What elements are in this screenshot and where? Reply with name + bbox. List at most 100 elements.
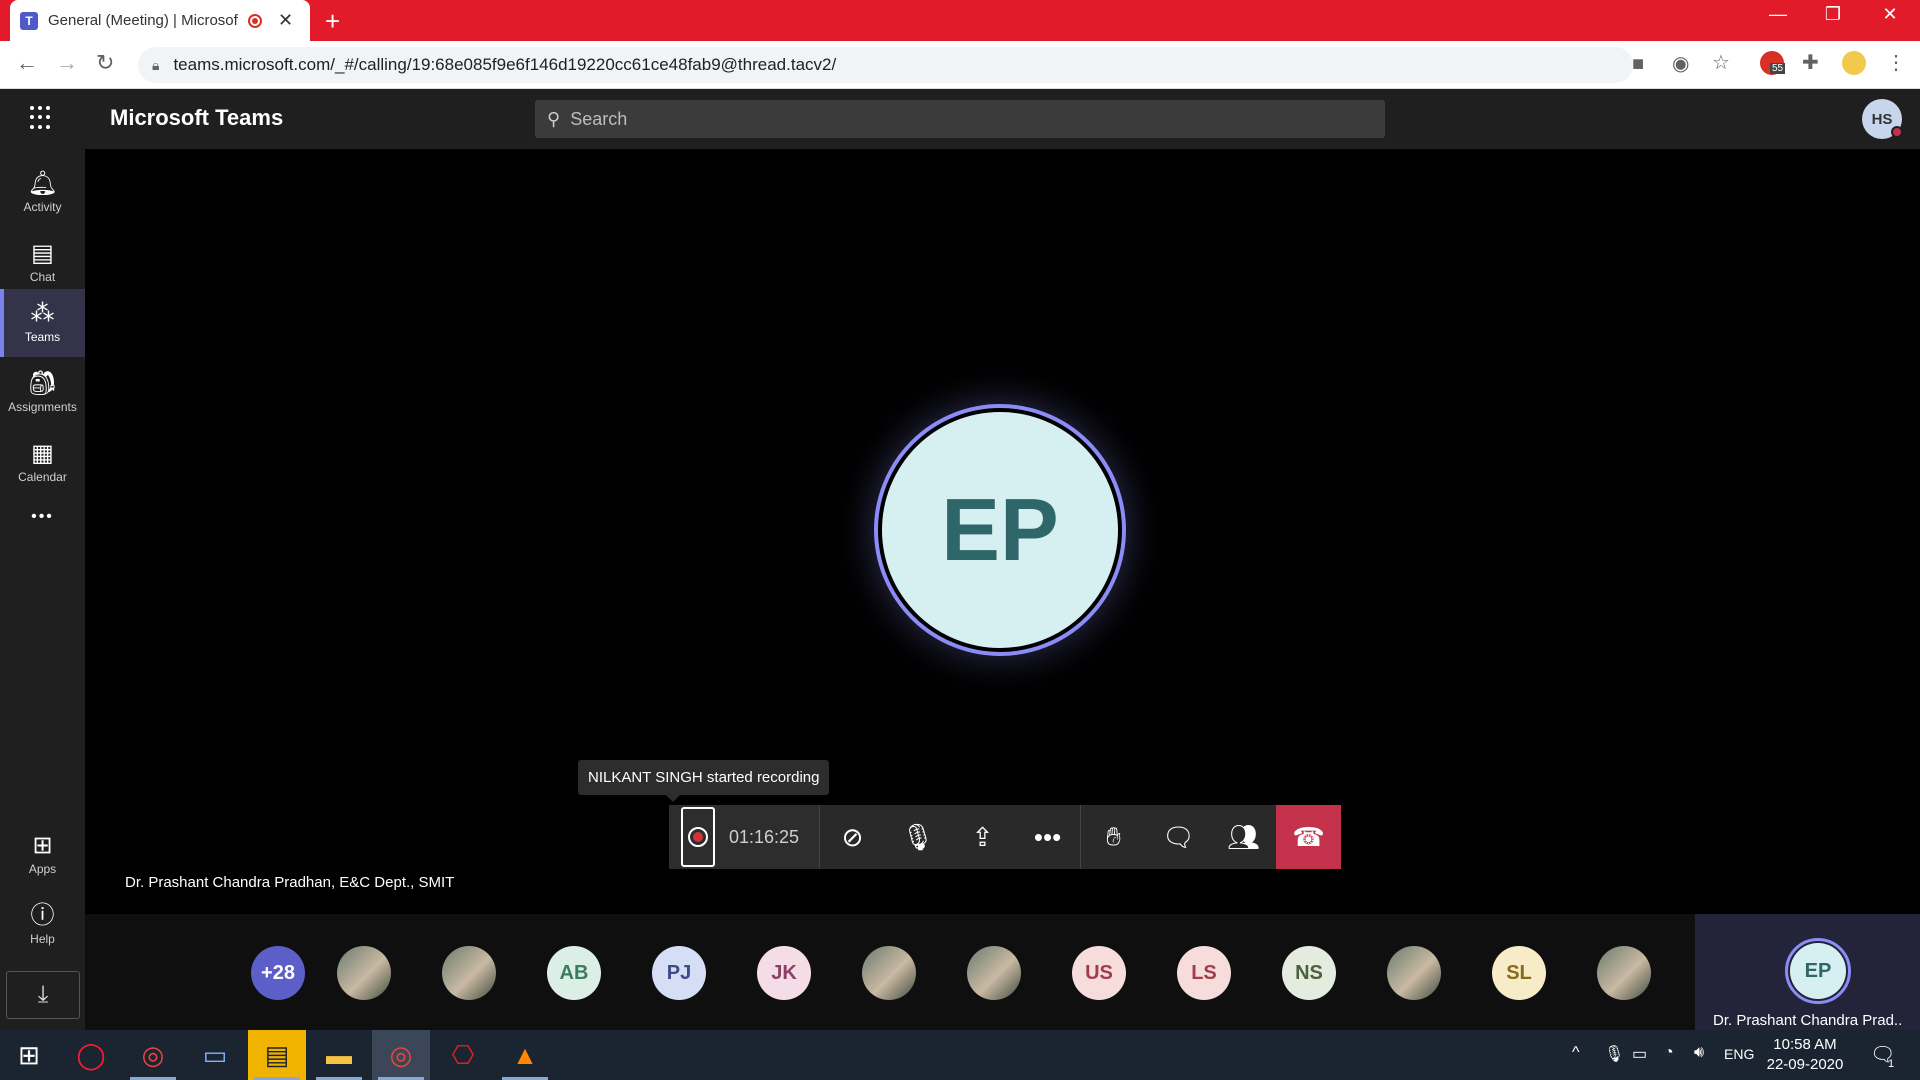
file-explorer-icon[interactable]: ▬ <box>310 1030 368 1080</box>
wifi-icon[interactable]: ◔ <box>1664 1044 1674 1062</box>
microphone-tray-icon[interactable]: 🎙︎ <box>1604 1044 1624 1064</box>
address-toolbar: ← → ↻ 🔒︎ teams.microsoft.com/_#/calling/… <box>0 41 1920 89</box>
rail-label: Apps <box>28 862 57 876</box>
recording-toast: NILKANT SINGH started recording <box>578 760 830 802</box>
participant-avatar[interactable]: AB <box>547 946 601 1000</box>
vlc-icon[interactable]: ▲ <box>496 1030 554 1080</box>
rail-label: Calendar <box>18 470 67 484</box>
opera-icon[interactable]: ◯ <box>62 1030 120 1080</box>
profile-icon[interactable] <box>1842 51 1866 75</box>
new-tab-button[interactable]: + <box>325 6 340 37</box>
recording-button[interactable] <box>681 807 715 867</box>
rail-calendar[interactable]: ▦ Calendar <box>0 429 85 497</box>
show-conversation-button[interactable]: 🗨︎ <box>1146 805 1211 869</box>
clock-time: 10:58 AM <box>1773 1036 1837 1053</box>
reload-icon[interactable]: ↻ <box>96 50 114 76</box>
left-app-rail: 🔔︎ Activity ▤ Chat ⁂ Teams 🎒︎ Assignment… <box>0 149 85 1030</box>
participant-avatar[interactable] <box>862 946 916 1000</box>
participant-avatar[interactable]: SL <box>1492 946 1546 1000</box>
search-input[interactable] <box>570 108 1351 130</box>
chat-icon: ▤ <box>31 240 54 267</box>
show-participants-button[interactable]: 👥︎ <box>1211 805 1276 869</box>
download-app-button[interactable]: ⤓ <box>6 971 80 1019</box>
address-bar[interactable]: 🔒︎ teams.microsoft.com/_#/calling/19:68e… <box>138 47 1633 83</box>
url-text: teams.microsoft.com/_#/calling/19:68e085… <box>173 55 837 74</box>
rail-teams[interactable]: ⁂ Teams <box>0 289 85 357</box>
teams-header: Microsoft Teams ⚲ HS <box>0 89 1920 149</box>
language-indicator[interactable]: ENG <box>1724 1046 1754 1062</box>
bell-icon: 🔔︎ <box>27 170 58 197</box>
camera-icon[interactable]: ■ <box>1632 53 1644 76</box>
forward-icon[interactable]: → <box>56 50 78 76</box>
minimize-button[interactable]: — <box>1758 4 1798 25</box>
participant-avatar[interactable]: NS <box>1282 946 1336 1000</box>
more-actions-icon: ••• <box>1033 821 1062 852</box>
tray-overflow-icon[interactable]: ^ <box>1572 1044 1580 1062</box>
close-window-button[interactable]: ✕ <box>1870 4 1910 25</box>
share-tray-icon: ⇪ <box>971 821 994 852</box>
chrome-icon[interactable]: ◎ <box>124 1030 182 1080</box>
bookmark-star-icon[interactable]: ☆ <box>1712 50 1730 75</box>
volume-icon[interactable]: 🔊︎ <box>1694 1044 1704 1062</box>
meeting-controls: ✋︎ 🗨︎ 👥︎ <box>1080 805 1277 869</box>
rail-chat[interactable]: ▤ Chat <box>0 229 85 297</box>
rail-more[interactable]: ••• <box>0 499 85 539</box>
chrome-active-icon[interactable]: ◎ <box>372 1030 430 1080</box>
puzzle-extensions-icon[interactable]: ✚ <box>1802 50 1819 75</box>
participant-avatar[interactable]: JK <box>757 946 811 1000</box>
more-actions-button[interactable]: ••• <box>1015 805 1080 869</box>
hang-up-icon: ☎︎ <box>1292 821 1325 852</box>
camera-off-button[interactable]: ⊘ <box>820 805 885 869</box>
tab-title: General (Meeting) | Microsoft Teams <box>48 12 238 29</box>
adblock-extension-icon[interactable]: 55 <box>1760 51 1786 75</box>
rail-apps[interactable]: ⊞ Apps <box>0 821 85 889</box>
acrobat-icon[interactable]: ⎔ <box>434 1030 492 1080</box>
search-box[interactable]: ⚲ <box>535 100 1385 138</box>
rail-assignments[interactable]: 🎒︎ Assignments <box>0 359 85 427</box>
active-speaker-initials: EP <box>1790 943 1846 999</box>
help-icon: ⓘ <box>30 902 55 929</box>
meeting-stage: EP Dr. Prashant Chandra Pradhan, E&C Dep… <box>85 149 1920 914</box>
presence-busy-icon <box>1891 126 1903 138</box>
participant-avatar[interactable] <box>442 946 496 1000</box>
rail-activity[interactable]: 🔔︎ Activity <box>0 159 85 227</box>
more-participants-badge[interactable]: +28 <box>251 946 305 1000</box>
app-launcher-icon[interactable] <box>30 106 54 130</box>
windows-taskbar: ⊞ ◯ ◎ ▭ ▤ ▬ ◎ ⎔ ▲ ^ 🎙︎ ▭ ◔ 🔊︎ ENG 10:58 … <box>0 1030 1920 1080</box>
share-screen-button[interactable]: ⇪ <box>950 805 1015 869</box>
participant-avatar[interactable] <box>337 946 391 1000</box>
battery-icon[interactable]: ▭ <box>1632 1044 1647 1064</box>
rail-help[interactable]: ⓘ Help <box>0 891 85 959</box>
eye-icon[interactable]: ◉ <box>1672 51 1689 76</box>
restore-button[interactable]: ❐ <box>1813 4 1853 25</box>
raise-hand-button[interactable]: ✋︎ <box>1081 805 1146 869</box>
laptop-app-icon[interactable]: ▭ <box>186 1030 244 1080</box>
teams-icon: ⁂ <box>30 300 55 327</box>
menu-kebab-icon[interactable]: ⋮ <box>1886 50 1906 75</box>
teams-logo-icon: T <box>20 11 38 30</box>
system-clock[interactable]: 10:58 AM 22-09-2020 <box>1760 1035 1850 1075</box>
main-speaker-avatar: EP <box>874 404 1126 656</box>
user-initials: HS <box>1871 110 1893 128</box>
sticky-notes-icon[interactable]: ▤ <box>248 1030 306 1080</box>
participant-avatar[interactable]: LS <box>1177 946 1231 1000</box>
mic-off-button[interactable]: 🎙︎ <box>885 805 950 869</box>
active-speaker-name: Dr. Prashant Chandra Prad... <box>1713 1012 1903 1029</box>
participant-avatar[interactable]: PJ <box>652 946 706 1000</box>
participant-avatar[interactable] <box>967 946 1021 1000</box>
participant-avatar[interactable] <box>1387 946 1441 1000</box>
user-avatar[interactable]: HS <box>1862 99 1903 139</box>
search-icon: ⚲ <box>547 108 561 129</box>
tab-close-icon[interactable]: ✕ <box>278 10 293 31</box>
calendar-icon: ▦ <box>31 440 54 467</box>
hang-up-button[interactable]: ☎︎ <box>1276 805 1342 869</box>
participant-avatar[interactable] <box>1597 946 1651 1000</box>
windows-start-icon[interactable]: ⊞ <box>0 1030 58 1080</box>
browser-tab[interactable]: T General (Meeting) | Microsoft Teams ✕ <box>10 0 310 41</box>
mic-off-icon: 🎙︎ <box>901 821 935 852</box>
participant-avatar[interactable]: US <box>1072 946 1126 1000</box>
active-speaker-tile[interactable]: EP Dr. Prashant Chandra Prad... <box>1695 914 1920 1030</box>
main-speaker-initials: EP <box>882 412 1118 648</box>
back-icon[interactable]: ← <box>16 50 38 76</box>
av-controls: ⊘ 🎙︎ ⇪ ••• <box>820 805 1081 869</box>
